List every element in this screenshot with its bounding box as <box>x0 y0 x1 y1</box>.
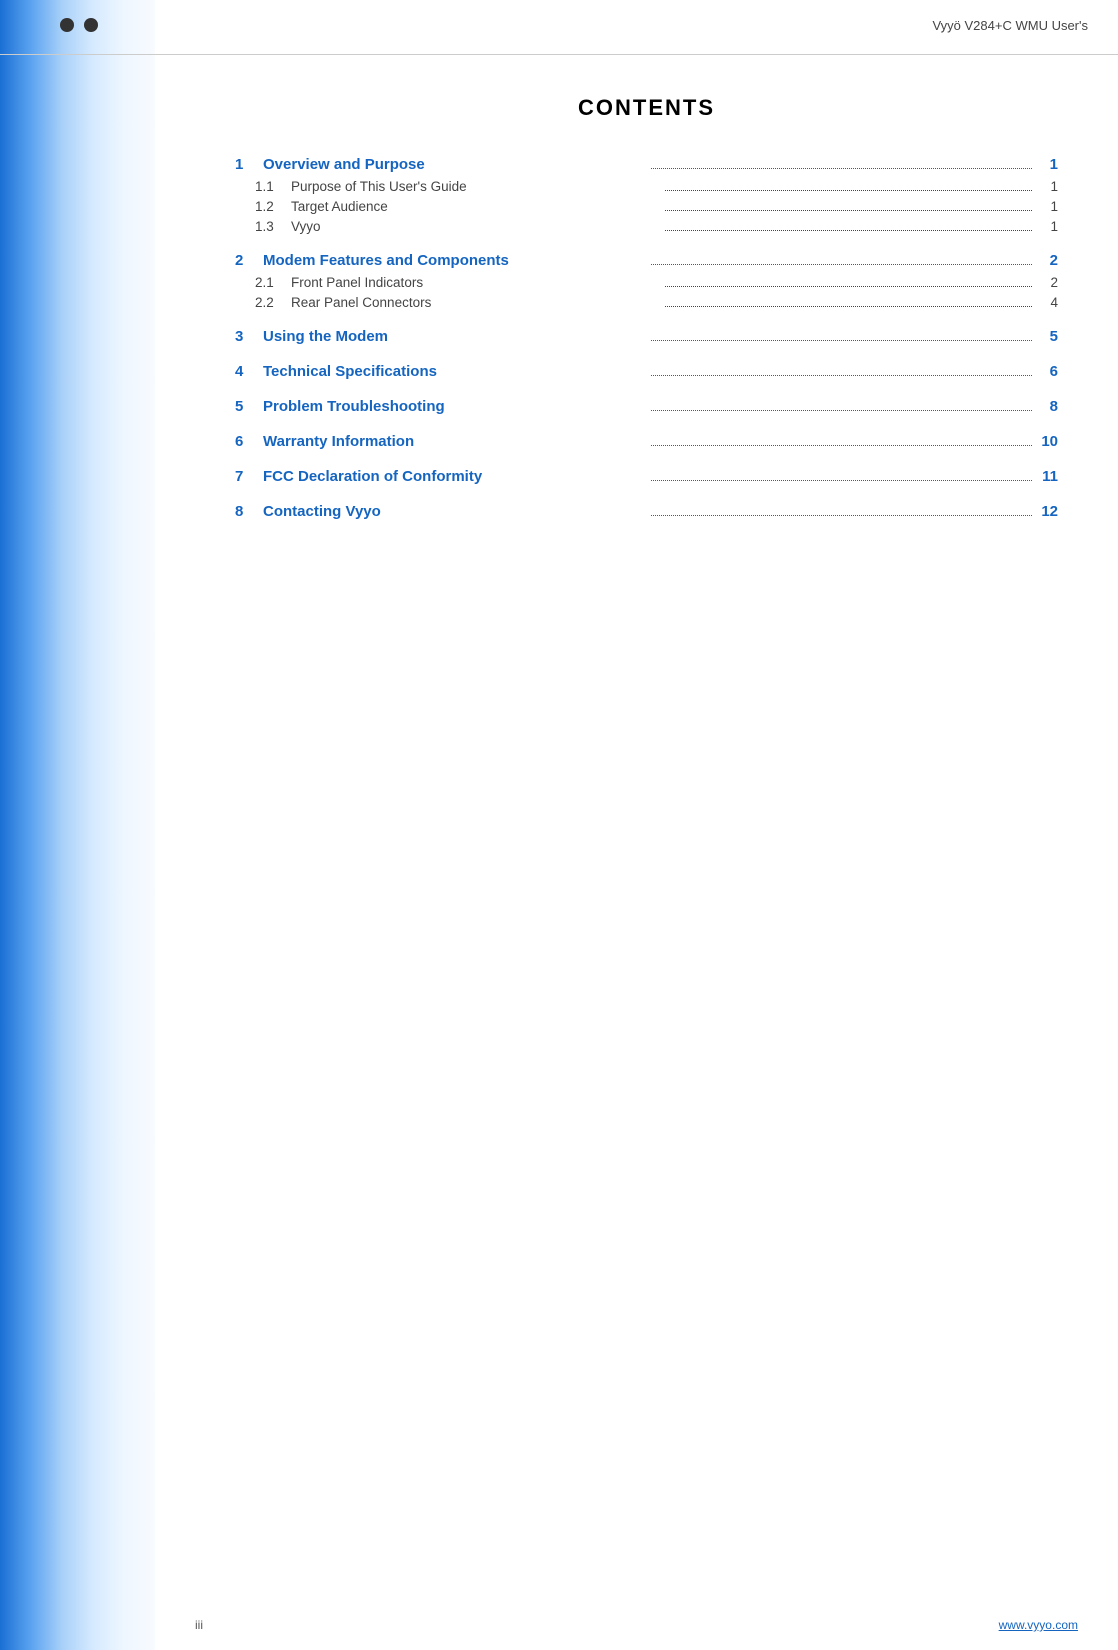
toc-main-entry-5[interactable]: 5Problem Troubleshooting 8 <box>235 398 1058 415</box>
toc-section-2: 2Modem Features and Components22.1Front … <box>235 252 1058 310</box>
toc-num-3: 3 <box>235 328 263 345</box>
toc-container: 1Overview and Purpose11.1Purpose of This… <box>235 156 1058 520</box>
toc-section-7: 7FCC Declaration of Conformity 11 <box>235 468 1058 485</box>
page-title: CONTENTS <box>235 95 1058 121</box>
toc-sub-entry-1.1[interactable]: 1.1Purpose of This User's Guide 1 <box>235 179 1058 194</box>
toc-num-8: 8 <box>235 503 263 520</box>
toc-leader-dots <box>651 264 1033 265</box>
toc-sub-title-1.2: Target Audience <box>291 199 659 214</box>
toc-sub-entry-1.2[interactable]: 1.2Target Audience 1 <box>235 199 1058 214</box>
toc-sub-leader-dots <box>665 210 1033 211</box>
sidebar <box>0 0 155 1650</box>
toc-leader-dots <box>651 410 1033 411</box>
toc-page-2: 2 <box>1038 252 1058 269</box>
toc-page-4: 6 <box>1038 363 1058 380</box>
toc-num-6: 6 <box>235 433 263 450</box>
toc-section-5: 5Problem Troubleshooting 8 <box>235 398 1058 415</box>
toc-sub-leader-dots <box>665 190 1033 191</box>
toc-num-5: 5 <box>235 398 263 415</box>
toc-sub-page-1.2: 1 <box>1038 199 1058 214</box>
toc-page-5: 8 <box>1038 398 1058 415</box>
dot-1 <box>60 18 74 32</box>
footer-website[interactable]: www.vyyo.com <box>999 1618 1078 1632</box>
toc-leader-dots <box>651 168 1033 169</box>
toc-sub-entry-2.1[interactable]: 2.1Front Panel Indicators 2 <box>235 275 1058 290</box>
toc-sub-title-2.1: Front Panel Indicators <box>291 275 659 290</box>
toc-main-entry-6[interactable]: 6Warranty Information 10 <box>235 433 1058 450</box>
footer-page-number: iii <box>195 1618 203 1632</box>
toc-title-2: Modem Features and Components <box>263 252 645 269</box>
toc-title-7: FCC Declaration of Conformity <box>263 468 645 485</box>
toc-main-entry-8[interactable]: 8Contacting Vyyo 12 <box>235 503 1058 520</box>
toc-title-3: Using the Modem <box>263 328 645 345</box>
footer: iii www.vyyo.com <box>0 1600 1118 1650</box>
toc-num-2: 2 <box>235 252 263 269</box>
toc-title-8: Contacting Vyyo <box>263 503 645 520</box>
toc-leader-dots <box>651 480 1033 481</box>
toc-sub-leader-dots <box>665 230 1033 231</box>
toc-leader-dots <box>651 515 1033 516</box>
toc-main-entry-4[interactable]: 4Technical Specifications 6 <box>235 363 1058 380</box>
toc-title-6: Warranty Information <box>263 433 645 450</box>
toc-sub-entry-2.2[interactable]: 2.2Rear Panel Connectors 4 <box>235 295 1058 310</box>
toc-section-4: 4Technical Specifications 6 <box>235 363 1058 380</box>
toc-title-5: Problem Troubleshooting <box>263 398 645 415</box>
toc-sub-title-1.1: Purpose of This User's Guide <box>291 179 659 194</box>
toc-num-4: 4 <box>235 363 263 380</box>
toc-num-7: 7 <box>235 468 263 485</box>
toc-sub-num-1.3: 1.3 <box>255 219 291 234</box>
toc-sub-page-2.2: 4 <box>1038 295 1058 310</box>
toc-sub-page-1.3: 1 <box>1038 219 1058 234</box>
toc-sub-leader-dots <box>665 286 1033 287</box>
toc-sub-num-2.2: 2.2 <box>255 295 291 310</box>
toc-page-6: 10 <box>1038 433 1058 450</box>
toc-section-6: 6Warranty Information 10 <box>235 433 1058 450</box>
header-title: Vyyö V284+C WMU User's <box>932 18 1088 33</box>
toc-sub-page-1.1: 1 <box>1038 179 1058 194</box>
toc-leader-dots <box>651 445 1033 446</box>
dot-2 <box>84 18 98 32</box>
toc-main-entry-1[interactable]: 1Overview and Purpose1 <box>235 156 1058 173</box>
toc-leader-dots <box>651 375 1033 376</box>
toc-main-entry-3[interactable]: 3Using the Modem 5 <box>235 328 1058 345</box>
main-content: CONTENTS 1Overview and Purpose11.1Purpos… <box>155 55 1118 1600</box>
header: Vyyö V284+C WMU User's <box>0 0 1118 55</box>
toc-sub-num-1.2: 1.2 <box>255 199 291 214</box>
toc-page-7: 11 <box>1038 468 1058 485</box>
toc-section-8: 8Contacting Vyyo 12 <box>235 503 1058 520</box>
header-dots <box>60 18 98 32</box>
toc-title-1: Overview and Purpose <box>263 156 645 173</box>
toc-num-1: 1 <box>235 156 263 173</box>
toc-page-8: 12 <box>1038 503 1058 520</box>
toc-page-1: 1 <box>1038 156 1058 173</box>
toc-page-3: 5 <box>1038 328 1058 345</box>
toc-sub-title-2.2: Rear Panel Connectors <box>291 295 659 310</box>
toc-sub-num-1.1: 1.1 <box>255 179 291 194</box>
toc-title-4: Technical Specifications <box>263 363 645 380</box>
toc-sub-title-1.3: Vyyo <box>291 219 659 234</box>
toc-section-3: 3Using the Modem 5 <box>235 328 1058 345</box>
toc-sub-page-2.1: 2 <box>1038 275 1058 290</box>
toc-sub-leader-dots <box>665 306 1033 307</box>
toc-main-entry-7[interactable]: 7FCC Declaration of Conformity 11 <box>235 468 1058 485</box>
toc-section-1: 1Overview and Purpose11.1Purpose of This… <box>235 156 1058 234</box>
toc-sub-entry-1.3[interactable]: 1.3Vyyo 1 <box>235 219 1058 234</box>
toc-leader-dots <box>651 340 1033 341</box>
toc-main-entry-2[interactable]: 2Modem Features and Components2 <box>235 252 1058 269</box>
toc-sub-num-2.1: 2.1 <box>255 275 291 290</box>
